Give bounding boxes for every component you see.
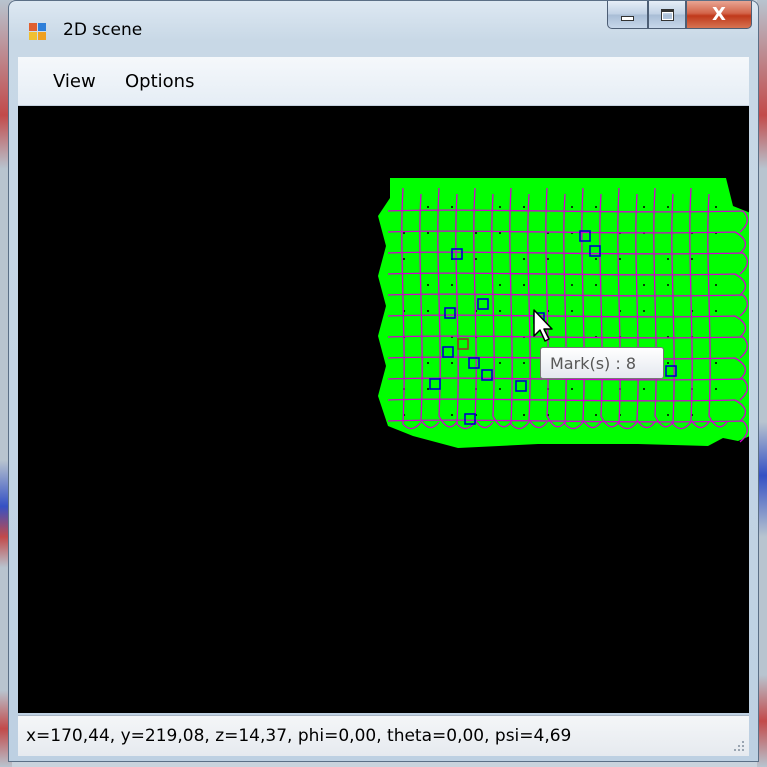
menu-options[interactable]: Options [125, 71, 194, 92]
coverage-dot [451, 206, 453, 208]
coverage-dot [523, 362, 525, 364]
coverage-dot [643, 388, 645, 390]
maximize-button[interactable] [648, 1, 686, 29]
scene-canvas[interactable] [18, 106, 758, 713]
scene-window: 2D scene X View Options Mark(s) : 8 x=17… [8, 0, 759, 762]
coverage-dot [667, 414, 669, 416]
coverage-dot [451, 362, 453, 364]
coverage-dot [715, 284, 717, 286]
minimize-button[interactable] [607, 1, 648, 29]
coverage-dot [595, 414, 597, 416]
window-title: 2D scene [63, 20, 143, 40]
coverage-dot [571, 206, 573, 208]
minimize-icon [621, 16, 634, 21]
coverage-dot [595, 206, 597, 208]
coverage-dot [403, 258, 405, 260]
coverage-dot [571, 284, 573, 286]
coverage-dot [427, 206, 429, 208]
coverage-dot [523, 284, 525, 286]
coverage-dot [427, 284, 429, 286]
maximize-icon [660, 8, 674, 21]
coverage-dot [619, 258, 621, 260]
coverage-dot [499, 206, 501, 208]
coverage-dot [451, 414, 453, 416]
coverage-dot [499, 284, 501, 286]
coverage-dot [643, 310, 645, 312]
coverage-dot [715, 310, 717, 312]
coverage-dot [499, 388, 501, 390]
coverage-dot [595, 284, 597, 286]
scene-drawing [378, 178, 758, 448]
coverage-dot [595, 258, 597, 260]
coverage-dot [571, 388, 573, 390]
coverage-dot [667, 284, 669, 286]
coverage-dot [427, 310, 429, 312]
coverage-dot [667, 362, 669, 364]
coverage-dot [643, 284, 645, 286]
coverage-dot [715, 362, 717, 364]
menu-bar: View Options [18, 57, 749, 106]
close-button[interactable]: X [686, 1, 752, 29]
coverage-dot [667, 258, 669, 260]
coverage-dot [715, 206, 717, 208]
coverage-dot [547, 258, 549, 260]
coverage-dot [427, 362, 429, 364]
coverage-dot [403, 232, 405, 234]
coverage-dot [499, 310, 501, 312]
coverage-dot [475, 258, 477, 260]
coverage-dot [523, 206, 525, 208]
mouse-cursor-icon [533, 309, 553, 342]
status-bar: x=170,44, y=219,08, z=14,37, phi=0,00, t… [18, 715, 749, 756]
window-controls: X [607, 1, 752, 29]
coverage-dot [499, 232, 501, 234]
coverage-dot [691, 258, 693, 260]
coverage-dot [475, 232, 477, 234]
menu-view[interactable]: View [53, 71, 96, 92]
coverage-dot [451, 284, 453, 286]
coverage-dot [523, 258, 525, 260]
coverage-dot [427, 232, 429, 234]
marks-tooltip: Mark(s) : 8 [540, 347, 664, 379]
resize-grip-icon[interactable] [733, 740, 745, 752]
coverage-dot [571, 310, 573, 312]
close-icon: X [712, 4, 726, 25]
coverage-dot [715, 388, 717, 390]
coverage-dot [499, 362, 501, 364]
pose-readout: x=170,44, y=219,08, z=14,37, phi=0,00, t… [26, 726, 572, 746]
app-icon[interactable] [29, 23, 47, 41]
coverage-dot [427, 388, 429, 390]
title-bar[interactable]: 2D scene X [9, 1, 758, 55]
tooltip-text: Mark(s) : 8 [550, 353, 637, 373]
coverage-dot [643, 206, 645, 208]
coverage-dot [523, 414, 525, 416]
coverage-dot [667, 206, 669, 208]
